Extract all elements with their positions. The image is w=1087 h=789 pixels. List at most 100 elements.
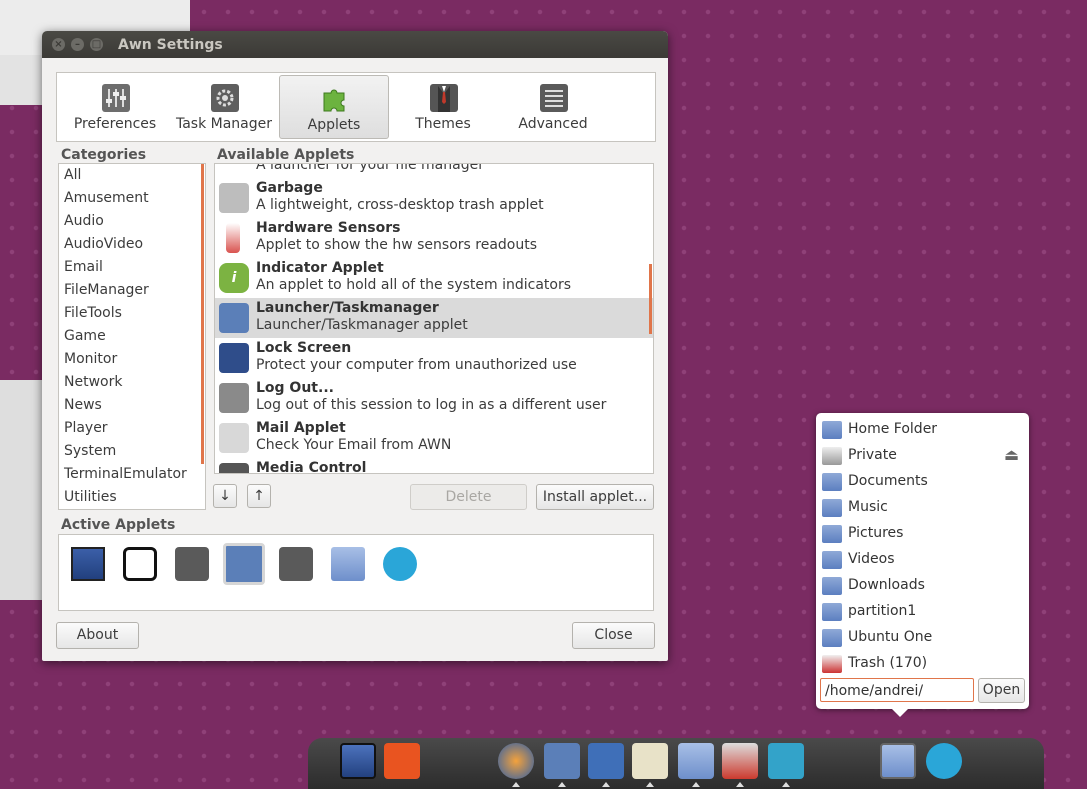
title-bar[interactable]: × – □ Awn Settings xyxy=(42,31,668,58)
maximize-icon[interactable]: □ xyxy=(90,38,103,51)
list-item[interactable]: Network xyxy=(59,371,205,394)
tab-themes[interactable]: Themes xyxy=(389,75,497,137)
tab-applets[interactable]: Applets xyxy=(279,75,389,139)
ypa-icon[interactable] xyxy=(588,743,624,779)
applet-name: Media Control xyxy=(256,460,367,474)
applet-description: Protect your computer from unauthorized … xyxy=(256,357,577,373)
tab-task-manager[interactable]: Task Manager xyxy=(170,75,278,137)
launcher-icon[interactable] xyxy=(223,543,265,585)
list-item[interactable]: Email xyxy=(59,256,205,279)
folder-icon[interactable] xyxy=(678,743,714,779)
list-item[interactable]: Utilities xyxy=(59,486,205,509)
move-down-button[interactable]: ↓ xyxy=(213,484,237,508)
toolbox-icon[interactable] xyxy=(722,743,758,779)
move-up-button[interactable]: ↑ xyxy=(247,484,271,508)
folder-icon[interactable] xyxy=(331,547,365,581)
music-folder-icon xyxy=(822,499,842,517)
running-indicator xyxy=(646,782,654,787)
desktop-icon[interactable] xyxy=(340,743,376,779)
place-item[interactable]: Videos xyxy=(820,547,1025,573)
applet-row[interactable]: Garbage A lightweight, cross-desktop tra… xyxy=(215,178,653,218)
place-item[interactable]: Downloads xyxy=(820,573,1025,599)
separator-icon[interactable] xyxy=(175,547,209,581)
applet-row[interactable]: i Indicator Applet An applet to hold all… xyxy=(215,258,653,298)
launcher-icon[interactable] xyxy=(544,743,580,779)
places-popup: Home Folder Private ⏏ Documents Music Pi… xyxy=(816,413,1029,717)
monitor-icon[interactable] xyxy=(768,743,804,779)
available-applets-heading: Available Applets xyxy=(217,147,355,163)
folder-icon xyxy=(822,603,842,621)
list-item[interactable]: FileTools xyxy=(59,302,205,325)
list-item[interactable]: Player xyxy=(59,417,205,440)
trash-icon xyxy=(822,655,842,673)
list-item[interactable]: Monitor xyxy=(59,348,205,371)
gear-icon xyxy=(211,84,239,112)
applet-name: Log Out... xyxy=(256,380,334,396)
list-item[interactable]: Game xyxy=(59,325,205,348)
firefox-icon[interactable] xyxy=(498,743,534,779)
list-item[interactable]: System xyxy=(59,440,205,463)
desktop-icon[interactable] xyxy=(71,547,105,581)
place-item[interactable]: Documents xyxy=(820,469,1025,495)
categories-heading: Categories xyxy=(61,147,147,163)
list-icon xyxy=(540,84,568,112)
tab-preferences[interactable]: Preferences xyxy=(61,75,169,137)
install-applet-button[interactable]: Install applet... xyxy=(536,484,654,510)
eject-icon[interactable]: ⏏ xyxy=(1004,445,1019,464)
separator-icon[interactable] xyxy=(279,547,313,581)
suit-icon xyxy=(430,84,458,112)
chat-icon[interactable] xyxy=(926,743,962,779)
available-applets-list[interactable]: A launcher for your file manager Garbage… xyxy=(214,163,654,474)
applets-scrollbar[interactable] xyxy=(649,264,652,334)
delete-button[interactable]: Delete xyxy=(410,484,527,510)
place-item[interactable]: partition1 xyxy=(820,599,1025,625)
applet-row[interactable]: Media Control xyxy=(215,458,653,474)
folder-icon[interactable] xyxy=(880,743,916,779)
applet-description: A lightweight, cross-desktop trash apple… xyxy=(256,197,544,213)
place-label: Videos xyxy=(848,551,895,567)
place-item[interactable]: Ubuntu One xyxy=(820,625,1025,651)
about-button[interactable]: About xyxy=(56,622,139,649)
list-item[interactable]: All xyxy=(59,164,205,187)
close-icon[interactable]: × xyxy=(52,38,65,51)
list-item[interactable]: TerminalEmulator xyxy=(59,463,205,486)
applet-row[interactable]: Lock Screen Protect your computer from u… xyxy=(215,338,653,378)
ubuntu-icon[interactable] xyxy=(384,743,420,779)
tab-advanced[interactable]: Advanced xyxy=(499,75,607,137)
videos-folder-icon xyxy=(822,551,842,569)
place-item[interactable]: Pictures xyxy=(820,521,1025,547)
active-applets-list[interactable] xyxy=(58,534,654,611)
applet-row[interactable]: Log Out... Log out of this session to lo… xyxy=(215,378,653,418)
chat-icon[interactable] xyxy=(383,547,417,581)
path-input[interactable]: /home/andrei/ xyxy=(820,678,974,702)
close-button[interactable]: Close xyxy=(572,622,655,649)
minimize-icon[interactable]: – xyxy=(71,38,84,51)
indicator-icon: i xyxy=(219,263,249,293)
place-item[interactable]: Home Folder xyxy=(820,417,1025,443)
list-item[interactable]: News xyxy=(59,394,205,417)
dock xyxy=(308,738,1044,789)
list-icon[interactable] xyxy=(123,547,157,581)
applet-row[interactable]: Hardware Sensors Applet to show the hw s… xyxy=(215,218,653,258)
running-indicator xyxy=(736,782,744,787)
list-item[interactable]: FileManager xyxy=(59,279,205,302)
categories-list[interactable]: All Amusement Audio AudioVideo Email Fil… xyxy=(58,163,206,510)
place-item[interactable]: Music xyxy=(820,495,1025,521)
categories-scrollbar[interactable] xyxy=(201,164,204,464)
place-label: Documents xyxy=(848,473,928,489)
open-button[interactable]: Open xyxy=(978,678,1025,703)
list-item[interactable]: AudioVideo xyxy=(59,233,205,256)
place-item[interactable]: Trash (170) xyxy=(820,651,1025,677)
applet-name: Lock Screen xyxy=(256,340,352,356)
notepad-icon[interactable] xyxy=(632,743,668,779)
place-label: Trash (170) xyxy=(848,655,928,671)
list-item[interactable]: Amusement xyxy=(59,187,205,210)
list-item[interactable]: A launcher for your file manager xyxy=(215,164,653,178)
place-item[interactable]: Private ⏏ xyxy=(820,443,1025,469)
preferences-icon xyxy=(102,84,130,112)
place-label: Downloads xyxy=(848,577,925,593)
place-label: Home Folder xyxy=(848,421,938,437)
applet-row[interactable]: Mail Applet Check Your Email from AWN xyxy=(215,418,653,458)
applet-row-selected[interactable]: Launcher/Taskmanager Launcher/Taskmanage… xyxy=(215,298,653,338)
list-item[interactable]: Audio xyxy=(59,210,205,233)
